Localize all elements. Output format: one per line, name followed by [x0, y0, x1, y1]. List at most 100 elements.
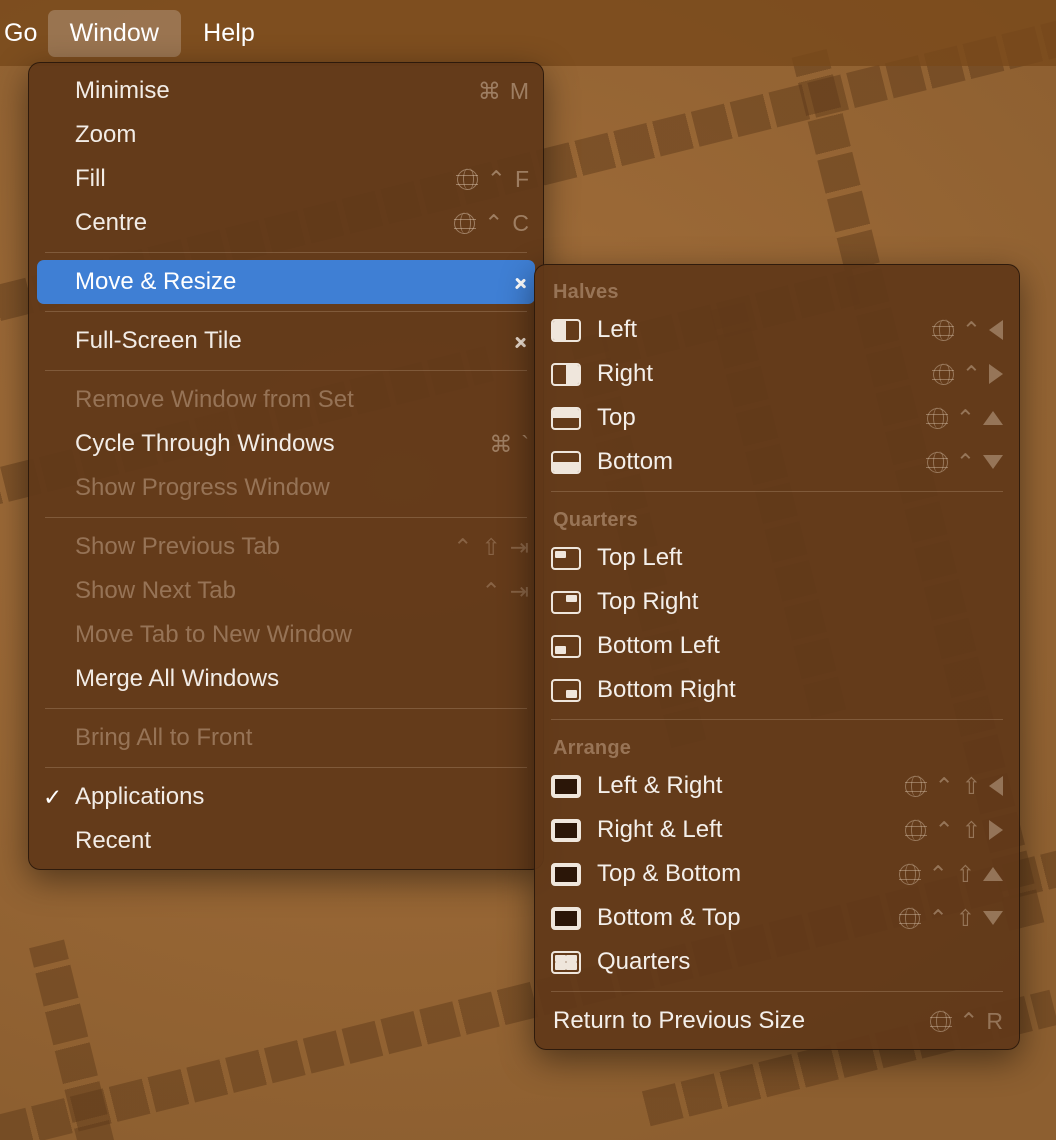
globe-fn-key-icon	[926, 406, 949, 430]
menu-item-show-next-tab: Show Next Tab ⌃ ⇥	[29, 569, 543, 613]
menu-item-label: Cycle Through Windows	[75, 430, 335, 457]
arrow-right-key-icon	[989, 364, 1003, 384]
half-left-icon	[551, 318, 581, 342]
submenu-item-label: Bottom Left	[597, 632, 720, 659]
submenu-item-icon-slot	[551, 546, 597, 570]
arrow-left-key-icon	[989, 776, 1003, 796]
menubar-item-help[interactable]: Help	[181, 10, 277, 57]
submenu-item-bottom-top[interactable]: Bottom & Top ⌃ ⇧	[535, 896, 1019, 940]
submenu-item-return-to-previous-size[interactable]: Return to Previous Size ⌃ R	[535, 999, 1019, 1043]
menu-item-label: Show Next Tab	[75, 577, 236, 604]
globe-fn-key-icon	[904, 774, 928, 798]
submenu-item-left[interactable]: Left ⌃	[535, 308, 1019, 352]
submenu-item-top-right[interactable]: Top Right	[535, 580, 1019, 624]
menubar-item-go[interactable]: Go	[0, 10, 48, 57]
submenu-chevron-icon	[515, 271, 529, 293]
menu-item-show-previous-tab: Show Previous Tab ⌃ ⇧ ⇥	[29, 525, 543, 569]
menu-separator	[45, 311, 527, 312]
ctrl-key-glyph: ⌃	[961, 360, 981, 387]
submenu-item-label: Bottom & Top	[597, 904, 741, 931]
menu-item-label: Recent	[75, 827, 152, 854]
menu-item-label: Move Tab to New Window	[75, 621, 353, 648]
submenu-item-top-bottom[interactable]: Top & Bottom ⌃ ⇧	[535, 852, 1019, 896]
submenu-item-icon-slot	[551, 406, 597, 430]
submenu-item-icon-slot	[551, 950, 597, 974]
F-key-glyph: F	[514, 165, 529, 192]
submenu-item-right[interactable]: Right ⌃	[535, 352, 1019, 396]
menu-item-remove-window-from-set: Remove Window from Set	[29, 378, 543, 422]
submenu-item-icon-slot	[551, 774, 597, 798]
menu-bar: Go Window Help	[0, 0, 1056, 66]
ctrl-key-glyph: ⌃	[484, 209, 504, 236]
submenu-chevron-icon	[515, 330, 529, 352]
move-and-resize-submenu-panel: Halves Left ⌃ Right ⌃ Top ⌃ Bottom ⌃ Quarters Top …	[534, 264, 1020, 1050]
ctrl-key-glyph: ⌃	[934, 816, 954, 843]
quarter-top-right-icon	[551, 590, 581, 614]
ctrl-key-glyph: ⌃	[481, 577, 501, 604]
submenu-section-heading-arrange: Arrange	[553, 737, 632, 759]
`-key-glyph: `	[521, 430, 529, 457]
shortcut-keys: ⌃	[932, 318, 1003, 342]
submenu-separator	[551, 719, 1003, 720]
checkmark-icon: ✓	[43, 783, 63, 810]
shift-key-glyph: ⇧	[481, 533, 501, 560]
menu-item-label: Centre	[75, 209, 148, 236]
menu-item-label: Merge All Windows	[75, 665, 280, 692]
arrange-quarters-icon	[551, 950, 581, 974]
submenu-item-quarters[interactable]: Quarters	[535, 940, 1019, 984]
submenu-item-right-left[interactable]: Right & Left ⌃ ⇧	[535, 808, 1019, 852]
menu-item-label: Show Progress Window	[75, 474, 330, 501]
menu-separator	[45, 252, 527, 253]
globe-fn-key-icon	[456, 167, 479, 191]
submenu-item-icon-slot	[551, 678, 597, 702]
submenu-item-label: Top Left	[597, 544, 683, 571]
submenu-item-bottom-right[interactable]: Bottom Right	[535, 668, 1019, 712]
menu-item-bring-all-to-front: Bring All to Front	[29, 716, 543, 760]
shortcut-keys: ⌃ ⇧	[904, 816, 1003, 843]
shift-key-glyph: ⇧	[961, 772, 981, 799]
menu-item-recent[interactable]: Recent	[29, 819, 543, 863]
arrange-left-right-icon	[551, 774, 581, 798]
submenu-item-icon-slot	[551, 634, 597, 658]
arrange-top-bottom-icon	[551, 862, 581, 886]
submenu-item-top[interactable]: Top ⌃	[535, 396, 1019, 440]
submenu-item-bottom[interactable]: Bottom ⌃	[535, 440, 1019, 484]
submenu-section-heading-quarters: Quarters	[553, 509, 638, 531]
menu-item-full-screen-tile[interactable]: Full-Screen Tile	[29, 319, 543, 363]
menu-item-fill[interactable]: Fill ⌃ F	[29, 157, 543, 201]
menubar-item-window[interactable]: Window	[47, 9, 182, 57]
shift-key-glyph: ⇧	[961, 816, 981, 843]
submenu-item-icon-slot	[551, 818, 597, 842]
menu-separator	[45, 517, 527, 518]
menu-item-zoom[interactable]: Zoom	[29, 113, 543, 157]
menu-item-minimise[interactable]: Minimise ⌘ M	[29, 69, 543, 113]
ctrl-key-glyph: ⌃	[934, 772, 954, 799]
menu-item-applications[interactable]: ✓ Applications	[29, 775, 543, 819]
menu-item-cycle-through-windows[interactable]: Cycle Through Windows ⌘ `	[29, 422, 543, 466]
globe-fn-key-icon	[929, 1009, 952, 1033]
submenu-item-icon-slot	[551, 862, 597, 886]
menu-item-label: Applications	[75, 783, 205, 810]
submenu-item-left-right[interactable]: Left & Right ⌃ ⇧	[535, 764, 1019, 808]
submenu-item-label: Top Right	[597, 588, 699, 615]
arrow-up-key-icon	[983, 411, 1003, 425]
menu-item-move-resize[interactable]: Move & Resize	[37, 260, 535, 304]
shortcut-keys: ⌃ ⇥	[481, 577, 529, 604]
shift-key-glyph: ⇧	[955, 860, 975, 887]
shortcut-keys: ⌃ F	[456, 165, 529, 192]
submenu-item-icon-slot	[551, 906, 597, 930]
menu-item-centre[interactable]: Centre ⌃ C	[29, 201, 543, 245]
submenu-item-top-left[interactable]: Top Left	[535, 536, 1019, 580]
menu-item-label: Zoom	[75, 121, 137, 148]
submenu-item-label: Bottom Right	[597, 676, 736, 703]
shortcut-keys: ⌃	[926, 406, 1003, 430]
submenu-item-label: Right	[597, 360, 654, 387]
submenu-item-icon-slot	[551, 318, 597, 342]
arrange-right-left-icon	[551, 818, 581, 842]
ctrl-key-glyph: ⌃	[928, 904, 948, 931]
arrow-down-key-icon	[983, 911, 1003, 925]
half-bottom-icon	[551, 450, 581, 474]
submenu-item-bottom-left[interactable]: Bottom Left	[535, 624, 1019, 668]
menu-item-merge-all-windows[interactable]: Merge All Windows	[29, 657, 543, 701]
window-menu-panel: Minimise ⌘ M Zoom Fill ⌃ F Centre ⌃ C Move & Resiz…	[28, 62, 544, 870]
